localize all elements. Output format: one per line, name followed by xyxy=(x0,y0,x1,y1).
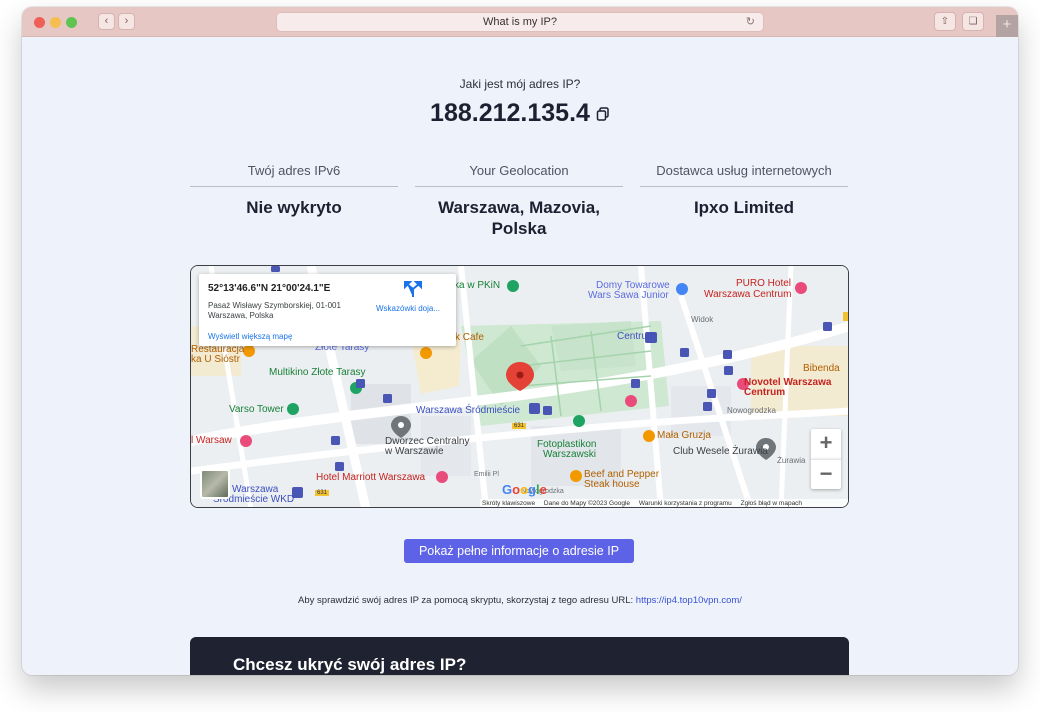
larger-map-link[interactable]: Wyświetl większą mapę xyxy=(208,332,292,341)
map-label-mala: Mała Gruzja xyxy=(657,430,711,441)
browser-window: ‹ › What is my IP? ↻ ⇧ ❏ + Jaki jest mój… xyxy=(22,7,1018,675)
route-631-badge: 631 xyxy=(512,423,527,429)
isp-column: Dostawca usług internetowych Ipxo Limite… xyxy=(640,163,848,218)
new-tab-button[interactable]: + xyxy=(996,15,1018,37)
google-logo-letter: o xyxy=(520,482,529,497)
map-label-puro: PURO Hotel xyxy=(736,278,792,289)
copy-icon[interactable] xyxy=(596,107,610,121)
geolocation-value: Warszawa, Mazovia, Polska xyxy=(438,198,600,238)
terms-link[interactable]: Warunki korzystania z programu xyxy=(639,500,732,507)
zoom-out-button[interactable]: − xyxy=(811,459,841,489)
map-label-warsaw: l Warsaw xyxy=(191,435,232,446)
map-label-varso: Varso Tower xyxy=(229,404,284,415)
keyboard-shortcuts-link[interactable]: Skróty klawiszowe xyxy=(482,500,535,507)
chevron-left-icon: ‹ xyxy=(104,15,109,27)
ipv6-label: Twój adres IPv6 xyxy=(190,163,398,187)
google-logo-letter: G xyxy=(502,482,513,497)
map-label-club: Club Wesele Żurawia xyxy=(673,446,768,457)
map-label-dworzec2: w Warszawie xyxy=(385,446,444,457)
share-icon: ⇧ xyxy=(940,16,950,27)
map-label-wars: Wars Sawa Junior xyxy=(588,290,669,301)
script-note: Aby sprawdzić swój adres IP za pomocą sk… xyxy=(22,595,1018,606)
location-map[interactable]: ka w PKiN Domy Towarowe Wars Sawa Junior… xyxy=(190,265,849,508)
report-error-link[interactable]: Zgłoś błąd w mapach xyxy=(741,500,802,507)
google-logo-letter: o xyxy=(512,482,521,497)
chevron-right-icon: › xyxy=(124,15,129,27)
ip-address: 188.212.135.4 xyxy=(430,99,590,127)
map-coordinates: 52°13'46.6"N 21°00'24.1"E xyxy=(208,283,331,294)
page-content: Jaki jest mój adres IP? 188.212.135.4 Tw… xyxy=(22,37,1018,675)
address-text: What is my IP? xyxy=(483,16,557,28)
ipv6-column: Twój adres IPv6 Nie wykryto xyxy=(190,163,398,218)
satellite-toggle[interactable] xyxy=(200,469,230,499)
map-address: Pasaż Wisławy Szymborskiej, 01-001 Warsz… xyxy=(208,301,341,320)
map-label-puro2: Warszawa Centrum xyxy=(704,289,792,300)
map-label-marriott: Hotel Marriott Warszawa xyxy=(316,472,426,483)
map-label-bibenda: Bibenda xyxy=(803,363,840,374)
address-bar[interactable]: What is my IP? ↻ xyxy=(276,12,764,32)
map-label-srodmiescie: Warszawa Śródmieście xyxy=(416,405,521,416)
tabs-icon: ❏ xyxy=(968,16,978,27)
google-logo: Google xyxy=(502,482,547,497)
ip-question: Jaki jest mój adres IP? xyxy=(459,77,581,91)
map-label-siostr: ka U Sióstr xyxy=(191,354,240,365)
browser-toolbar: ‹ › What is my IP? ↻ ⇧ ❏ + xyxy=(22,7,1018,37)
minimize-window-button[interactable] xyxy=(50,17,61,28)
directions-link[interactable]: Wskazówki doja... xyxy=(376,304,440,313)
ipv6-value: Nie wykryto xyxy=(246,198,342,217)
map-label-zurawia: Żurawia xyxy=(777,456,806,465)
map-label-widok: Widok xyxy=(691,315,714,324)
directions-icon[interactable] xyxy=(403,280,423,298)
hide-ip-heading: Chcesz ukryć swój adres IP? xyxy=(233,655,467,674)
map-label-beef2: Steak house xyxy=(584,479,640,490)
geolocation-label: Your Geolocation xyxy=(415,163,623,187)
map-data-credit: Dane do Mapy ©2023 Google xyxy=(543,500,631,507)
tabs-button[interactable]: ❏ xyxy=(962,12,984,31)
hide-ip-card: Chcesz ukryć swój adres IP? xyxy=(190,637,849,675)
map-info-card: 52°13'46.6"N 21°00'24.1"E Pasaż Wisławy … xyxy=(199,274,456,346)
isp-label: Dostawca usług internetowych xyxy=(640,163,848,187)
geolocation-column: Your Geolocation Warszawa, Mazovia, Pols… xyxy=(415,163,623,239)
forward-button[interactable]: › xyxy=(118,13,135,30)
map-label-emilii: Emilii Pl xyxy=(474,471,499,478)
map-label-novotel2: Centrum xyxy=(744,387,786,398)
script-note-text: Aby sprawdzić swój adres IP za pomocą sk… xyxy=(298,595,636,606)
isp-value: Ipxo Limited xyxy=(693,198,795,217)
map-label-multikino: Multikino Złote Tarasy xyxy=(269,367,366,378)
route-631-badge-2: 631 xyxy=(315,490,330,496)
maximize-window-button[interactable] xyxy=(66,17,77,28)
map-label-nowogrodzka: Nowogrodzka xyxy=(727,406,776,415)
map-label-centrum: Centrum xyxy=(617,331,656,342)
map-label-pkin: ka w PKiN xyxy=(454,280,501,291)
reload-icon[interactable]: ↻ xyxy=(746,13,755,31)
google-logo-letter: g xyxy=(528,482,536,497)
zoom-in-button[interactable]: + xyxy=(811,429,841,459)
close-window-button[interactable] xyxy=(34,17,45,28)
show-full-info-button[interactable]: Pokaż pełne informacje o adresie IP xyxy=(404,539,634,563)
map-label-fotoplastikon2: Warszawski xyxy=(543,449,596,460)
ip-address-row: 188.212.135.4 xyxy=(22,99,1018,128)
google-logo-letter: e xyxy=(539,482,547,497)
share-button[interactable]: ⇧ xyxy=(934,12,956,31)
map-attribution: Skróty klawiszowe Dane do Mapy ©2023 Goo… xyxy=(480,499,848,507)
script-url-link[interactable]: https://ip4.top10vpn.com/ xyxy=(636,595,742,606)
back-button[interactable]: ‹ xyxy=(98,13,115,30)
map-label-cafe: k Cafe xyxy=(455,332,484,343)
